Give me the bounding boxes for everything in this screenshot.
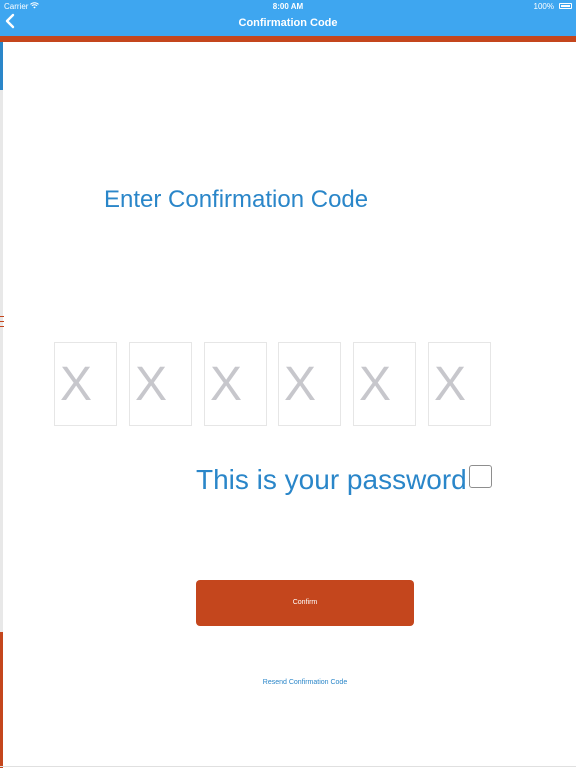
resend-code-link[interactable]: Resend Confirmation Code xyxy=(196,679,414,686)
code-digit-input-3[interactable]: X xyxy=(204,342,267,426)
left-edge-red xyxy=(0,632,3,768)
left-edge-decoration xyxy=(0,42,4,768)
password-checkbox[interactable] xyxy=(469,465,492,488)
status-time: 8:00 AM xyxy=(272,2,304,11)
confirm-button[interactable]: Confirm xyxy=(196,580,414,626)
code-digit-input-2[interactable]: X xyxy=(129,342,192,426)
battery-percentage: 100% xyxy=(533,2,554,11)
bottom-divider xyxy=(0,766,576,767)
page-heading: Enter Confirmation Code xyxy=(104,186,369,213)
code-digit-input-4[interactable]: X xyxy=(278,342,341,426)
confirmation-code-screen: Carrier 8:00 AM 100% Confirmation Code E… xyxy=(0,0,576,768)
left-edge-tick xyxy=(0,326,4,327)
left-edge-tick xyxy=(0,321,4,322)
accent-strip xyxy=(0,36,576,42)
status-bar: Carrier 8:00 AM 100% xyxy=(0,0,576,12)
navigation-bar: Carrier 8:00 AM 100% Confirmation Code xyxy=(0,0,576,36)
left-edge-tick xyxy=(0,316,4,317)
nav-title: Confirmation Code xyxy=(238,17,338,29)
battery-icon xyxy=(559,3,572,9)
left-edge-blue xyxy=(0,42,3,90)
code-digit-input-1[interactable]: X xyxy=(54,342,117,426)
code-digit-input-5[interactable]: X xyxy=(353,342,416,426)
code-digit-input-6[interactable]: X xyxy=(428,342,491,426)
password-label: This is your password xyxy=(196,464,467,495)
